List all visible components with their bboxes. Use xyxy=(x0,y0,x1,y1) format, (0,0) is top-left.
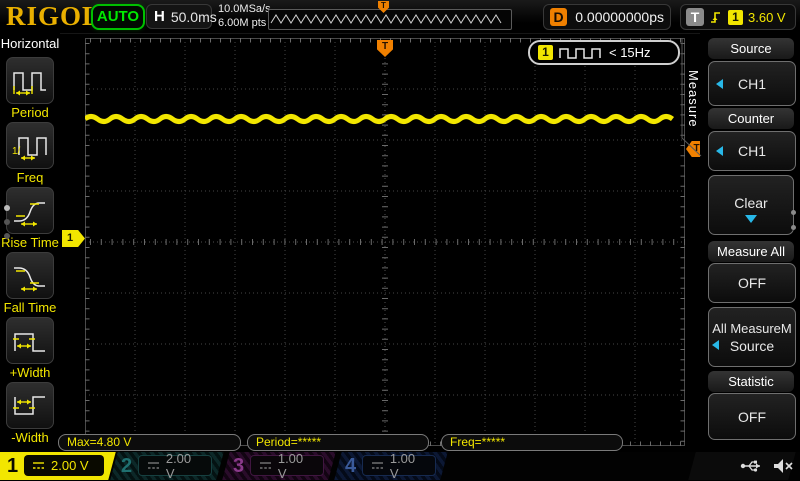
brand-logo: RIGOL xyxy=(6,1,101,32)
chevron-down-icon xyxy=(745,215,757,223)
channel1-ground-marker[interactable]: 1 xyxy=(62,230,85,247)
chevron-left-icon xyxy=(712,340,719,350)
channel3-scale: 1.00 V xyxy=(278,451,315,481)
softkey-label-statistic: Statistic xyxy=(708,371,794,392)
delay-box[interactable]: D 0.00000000ps xyxy=(543,4,671,30)
freq-icon: 1/ xyxy=(11,130,49,162)
svg-text:1/: 1/ xyxy=(12,146,21,157)
frequency-counter-readout: 1 < 15Hz xyxy=(528,40,680,65)
waveform-preview[interactable] xyxy=(268,9,512,30)
sample-rate: 10.0MSa/s xyxy=(218,2,271,16)
channel1-scale: 2.00 V xyxy=(51,458,89,473)
memory-depth: 6.00M pts xyxy=(218,16,271,30)
measure-menu-tab[interactable]: Measure xyxy=(684,44,701,154)
channel2-tab[interactable]: 2 2.00 V xyxy=(114,452,220,480)
chevron-left-icon xyxy=(716,146,723,156)
plus-width-icon xyxy=(11,325,49,357)
menu-item-freq[interactable]: 1/ Freq xyxy=(0,122,60,187)
rising-edge-icon xyxy=(709,9,723,25)
square-wave-icon xyxy=(559,46,603,60)
measurement-freq: Freq=***** xyxy=(441,434,623,451)
dc-coupling-icon xyxy=(32,460,45,471)
delay-label: D xyxy=(550,8,567,26)
right-menu-page-dots xyxy=(791,210,796,230)
measurement-max: Max=4.80 V xyxy=(58,434,241,451)
softkey-label-source: Source xyxy=(708,38,794,59)
menu-item-minus-width[interactable]: -Width xyxy=(0,382,60,447)
channel3-number: 3 xyxy=(233,454,244,478)
system-icons-area xyxy=(706,452,800,480)
speaker-muted-icon xyxy=(772,458,794,474)
softkey-measure-all[interactable]: OFF xyxy=(708,263,796,303)
counter-channel-badge: 1 xyxy=(538,45,553,60)
minus-width-icon xyxy=(11,390,49,422)
graticule xyxy=(85,38,685,446)
softkey-all-measure-source[interactable]: All MeasureM Source xyxy=(708,307,796,367)
softkey-label-counter: Counter xyxy=(708,108,794,129)
period-icon xyxy=(11,65,49,97)
trigger-label: T xyxy=(686,8,704,26)
channel1-tab[interactable]: 1 2.00 V xyxy=(0,452,112,480)
acquisition-info: 10.0MSa/s 6.00M pts xyxy=(218,2,271,30)
trigger-box[interactable]: T 1 3.60 V xyxy=(680,4,796,30)
channel2-scale: 2.00 V xyxy=(166,451,203,481)
left-menu-title: Horizontal xyxy=(0,36,60,51)
grid xyxy=(85,38,685,446)
left-menu: Horizontal Period 1/ Freq xyxy=(0,33,60,452)
channel4-number: 4 xyxy=(345,454,356,478)
softkey-statistic[interactable]: OFF xyxy=(708,393,796,440)
channel3-tab[interactable]: 3 1.00 V xyxy=(226,452,332,480)
trigger-level-value: 3.60 V xyxy=(748,10,786,25)
trigger-source-badge: 1 xyxy=(728,10,743,25)
chevron-left-icon xyxy=(716,79,723,89)
menu-item-fall-time[interactable]: Fall Time xyxy=(0,252,60,317)
channel4-tab[interactable]: 4 1.00 V xyxy=(338,452,444,480)
dc-coupling-icon xyxy=(371,460,384,471)
softkey-clear[interactable]: Clear xyxy=(708,175,794,235)
channel1-number: 1 xyxy=(7,454,18,478)
preview-wave-icon xyxy=(269,10,509,27)
softkey-counter-source[interactable]: CH1 xyxy=(708,131,796,171)
softkey-label-measure-all: Measure All xyxy=(708,241,794,262)
channel-status-bar: 1 2.00 V 2 2.00 V 3 1.00 V xyxy=(0,452,800,480)
menu-item-period[interactable]: Period xyxy=(0,57,60,122)
softkey-source[interactable]: CH1 xyxy=(708,61,796,106)
ch1-trace xyxy=(85,117,673,122)
timebase-value: 50.0ms xyxy=(171,9,217,25)
channel2-number: 2 xyxy=(121,454,132,478)
rise-time-icon xyxy=(11,195,49,227)
dc-coupling-icon xyxy=(259,460,272,471)
fall-time-icon xyxy=(11,260,49,292)
channel4-scale: 1.00 V xyxy=(390,451,427,481)
counter-value: < 15Hz xyxy=(609,45,651,60)
left-menu-page-dots xyxy=(4,205,10,239)
measurement-period: Period=***** xyxy=(247,434,429,451)
usb-icon xyxy=(740,459,764,473)
delay-value: 0.00000000ps xyxy=(575,9,664,25)
menu-item-plus-width[interactable]: +Width xyxy=(0,317,60,382)
dc-coupling-icon xyxy=(147,460,160,471)
run-status-badge: AUTO xyxy=(91,4,145,30)
timebase-box[interactable]: H 50.0ms xyxy=(146,4,212,29)
horizontal-label: H xyxy=(154,8,165,25)
